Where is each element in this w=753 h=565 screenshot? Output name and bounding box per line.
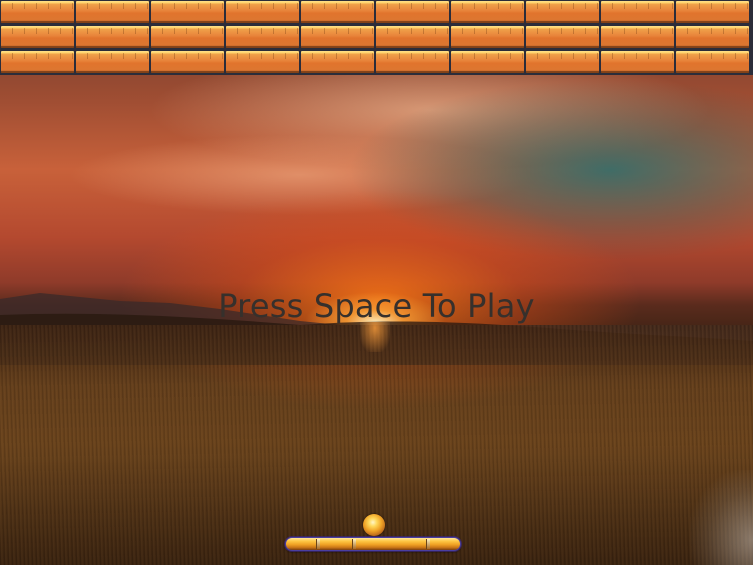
- game-canvas[interactable]: Press Space To Play: [0, 0, 753, 565]
- brick: [676, 51, 749, 73]
- press-space-prompt: Press Space To Play: [218, 287, 535, 325]
- ball: [363, 514, 385, 536]
- brick: [451, 1, 524, 23]
- brick: [676, 26, 749, 48]
- brick: [151, 1, 224, 23]
- brick: [226, 51, 299, 73]
- brick: [376, 51, 449, 73]
- dirt-path: [690, 470, 753, 565]
- brick: [601, 26, 674, 48]
- brick: [76, 26, 149, 48]
- brick: [76, 51, 149, 73]
- brick: [301, 26, 374, 48]
- paddle-joint: [426, 539, 430, 549]
- brick: [601, 51, 674, 73]
- brick: [151, 26, 224, 48]
- brick: [301, 1, 374, 23]
- brick: [376, 26, 449, 48]
- brick: [526, 26, 599, 48]
- brick: [376, 1, 449, 23]
- brick: [1, 51, 74, 73]
- paddle-joint: [316, 539, 320, 549]
- brick: [301, 51, 374, 73]
- brick-wall: [0, 0, 753, 75]
- paddle-joint: [352, 539, 356, 549]
- brick: [1, 1, 74, 23]
- brick: [451, 26, 524, 48]
- brick: [226, 1, 299, 23]
- brick: [76, 1, 149, 23]
- brick: [1, 26, 74, 48]
- brick: [676, 1, 749, 23]
- brick: [526, 51, 599, 73]
- brick: [451, 51, 524, 73]
- paddle[interactable]: [285, 537, 461, 551]
- brick: [526, 1, 599, 23]
- brick: [601, 1, 674, 23]
- brick: [151, 51, 224, 73]
- brick: [226, 26, 299, 48]
